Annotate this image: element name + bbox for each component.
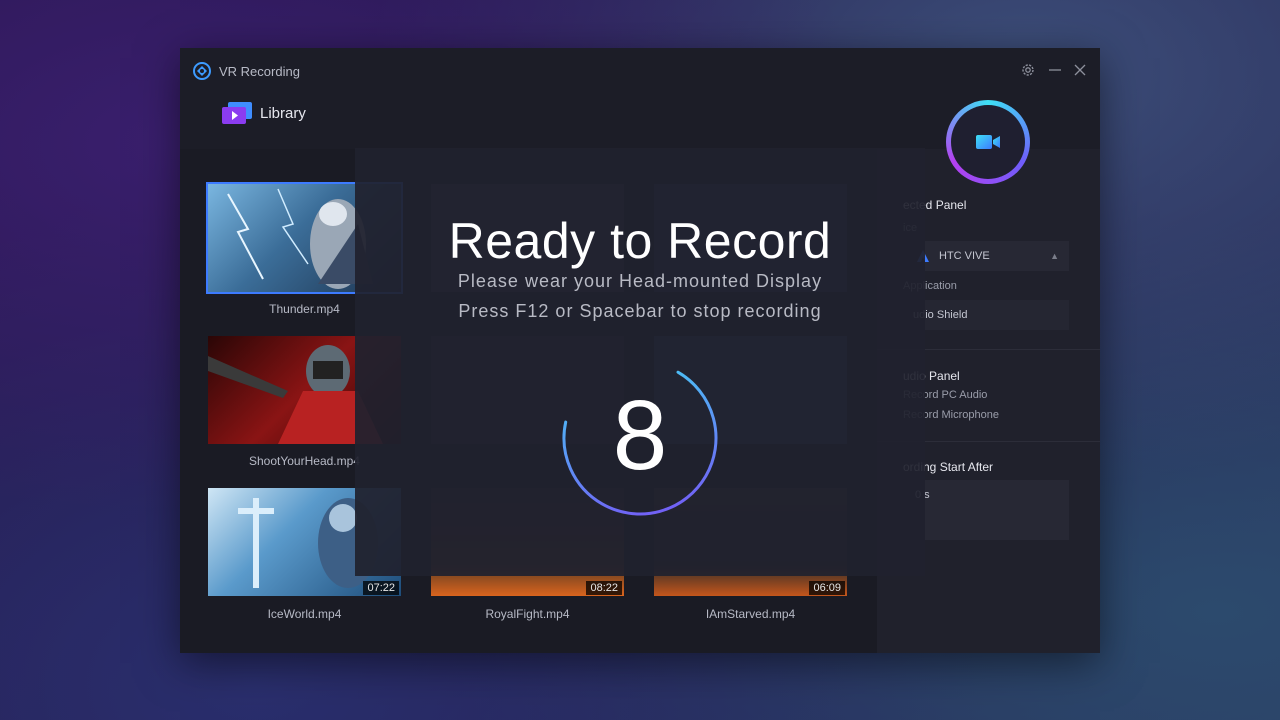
library-label: Library: [260, 105, 306, 122]
app-logo-icon: [193, 62, 211, 80]
overlay-instruction-stop: Press F12 or Spacebar to stop recording: [458, 301, 822, 321]
overlay-title: Ready to Record: [448, 213, 832, 269]
camera-icon: [976, 135, 1000, 149]
close-button[interactable]: [1070, 60, 1090, 80]
library-icon: [222, 102, 252, 124]
minimize-button[interactable]: [1045, 60, 1065, 80]
recording-start-select[interactable]: 0 s: [903, 480, 1069, 540]
title-bar: VR Recording: [180, 48, 1100, 96]
settings-button[interactable]: [1018, 60, 1038, 80]
device-select[interactable]: HTC VIVE ▲: [903, 241, 1069, 271]
countdown-overlay: Ready to Record Please wear your Head-mo…: [355, 148, 925, 576]
video-name: IceWorld.mp4: [267, 607, 342, 621]
close-icon: [1074, 64, 1086, 76]
minimize-icon: [1049, 69, 1061, 71]
video-name: IAmStarved.mp4: [705, 607, 796, 621]
application-select[interactable]: udio Shield: [903, 300, 1069, 330]
video-duration: 08:22: [586, 581, 622, 595]
overlay-instruction-hmd: Please wear your Head-mounted Display: [457, 271, 823, 291]
chevron-updown-icon: ▲: [1050, 251, 1059, 261]
window-title: VR Recording: [219, 64, 300, 79]
video-duration: 06:09: [809, 581, 845, 595]
countdown-number: 8: [612, 380, 668, 490]
video-name: RoyalFight.mp4: [485, 607, 570, 621]
video-duration: 07:22: [363, 581, 399, 595]
record-button-inner: [951, 105, 1025, 179]
device-value: HTC VIVE: [939, 250, 990, 262]
record-button[interactable]: [946, 100, 1030, 184]
gear-icon: [1022, 64, 1034, 76]
